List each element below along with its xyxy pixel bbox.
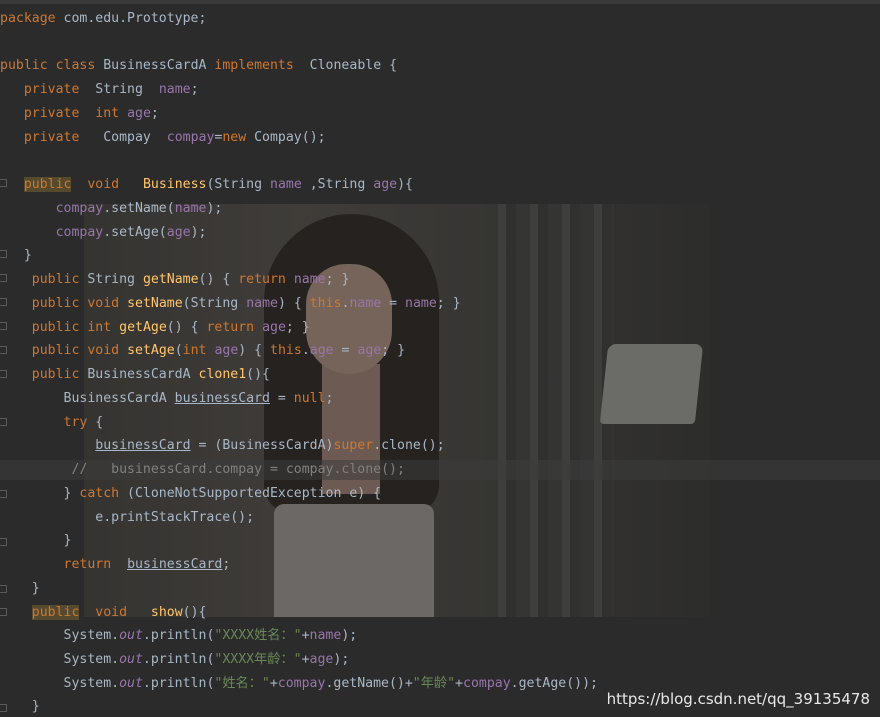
code-line[interactable]: private String name;: [0, 80, 199, 100]
code-line-current[interactable]: // businessCard.compay = compay.clone();: [0, 460, 880, 480]
code-line[interactable]: System.out.println("XXXX姓名："+name);: [0, 626, 358, 646]
code-line[interactable]: private Compay compay=new Compay();: [0, 128, 326, 148]
code-line[interactable]: public void setName(String name) { this.…: [0, 294, 461, 314]
code-line[interactable]: public class BusinessCardA implements Cl…: [0, 56, 397, 76]
code-line[interactable]: public BusinessCardA clone1(){: [0, 365, 270, 385]
code-line[interactable]: BusinessCardA businessCard = null;: [0, 389, 334, 409]
code-line[interactable]: }: [0, 579, 40, 599]
code-line[interactable]: e.printStackTrace();: [0, 508, 254, 528]
code-editor[interactable]: package com.edu.Prototype; public class …: [0, 0, 880, 717]
code-line[interactable]: } catch (CloneNotSupportedException e) {: [0, 484, 382, 504]
code-line[interactable]: try {: [0, 413, 104, 433]
code-line[interactable]: public int getAge() { return age; }: [0, 318, 310, 338]
code-line[interactable]: public void Business(String name ,String…: [0, 175, 413, 195]
code-line[interactable]: compay.setName(name);: [0, 199, 223, 219]
code-line[interactable]: }: [0, 697, 40, 717]
code-line[interactable]: }: [0, 246, 32, 266]
code-line[interactable]: public void show(){: [0, 603, 206, 623]
code-line[interactable]: }: [0, 531, 72, 551]
code-line[interactable]: public void setAge(int age) { this.age =…: [0, 341, 405, 361]
code-line[interactable]: System.out.println("姓名："+compay.getName(…: [0, 674, 598, 694]
code-line[interactable]: package com.edu.Prototype;: [0, 9, 206, 29]
code-line[interactable]: businessCard = (BusinessCardA)super.clon…: [0, 436, 444, 456]
blog-watermark: https://blog.csdn.net/qq_39135478: [606, 690, 870, 708]
code-line[interactable]: compay.setAge(age);: [0, 223, 207, 243]
code-line[interactable]: System.out.println("XXXX年龄："+age);: [0, 650, 350, 670]
code-line[interactable]: return businessCard;: [0, 555, 231, 575]
code-line[interactable]: private int age;: [0, 104, 159, 124]
code-line[interactable]: public String getName() { return name; }: [0, 270, 350, 290]
